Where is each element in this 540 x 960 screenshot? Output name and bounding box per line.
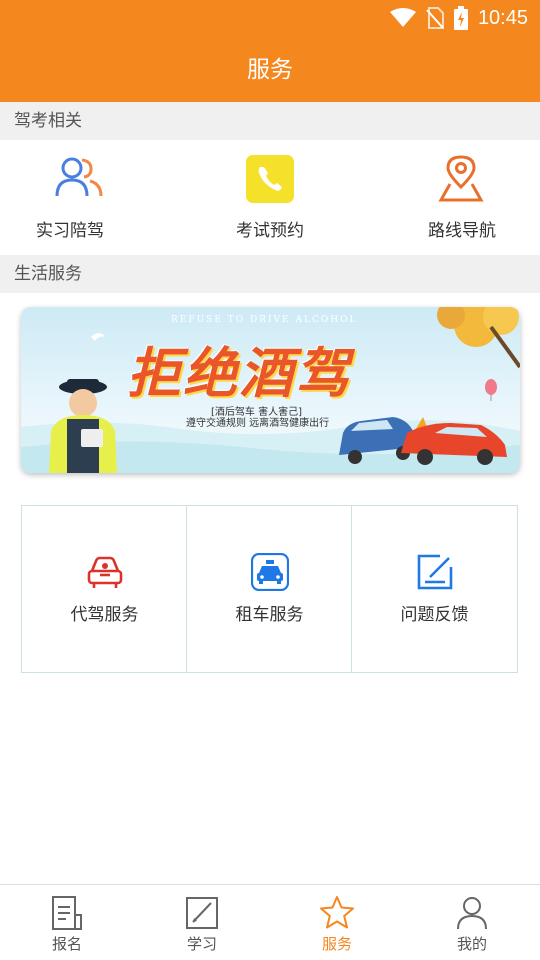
nav-label-study: 学习 [186,935,217,953]
no-drunk-driving-banner[interactable]: REFUSE TO DRIVE ALCOHOL 拒绝酒驾 [酒后驾车 害人害己]… [21,307,520,473]
status-icons: 10:45 [389,6,528,30]
designated-driver-icon [87,556,123,588]
no-sim-icon [426,7,444,29]
app-header: 10:45 服务 [0,0,540,102]
register-icon [52,896,82,930]
exam-label-exam-booking: 考试预约 [236,221,304,241]
nav-item-study[interactable]: 学习 [162,885,242,960]
exam-label-route-navigation: 路线导航 [428,221,496,241]
exam-label-practice-driving: 实习陪驾 [36,221,104,241]
section-label-exam: 驾考相关 [0,102,540,140]
banner-title: 拒绝酒驾 [127,341,351,405]
bottom-nav: 报名 学习 服务 我的 [0,884,540,960]
status-time: 10:45 [477,6,528,29]
battery-charging-icon [453,6,468,30]
service-designated-driver[interactable]: 代驾服务 [22,506,187,672]
exam-items: 实习陪驾 考试预约 路线导航 [0,140,540,254]
service-label-feedback: 问题反馈 [400,605,469,625]
profile-icon [457,897,487,930]
life-service-grid: 代驾服务 租车服务 问题反馈 [21,505,518,673]
service-feedback[interactable]: 问题反馈 [352,506,517,672]
nav-item-service[interactable]: 服务 [297,885,377,960]
banner-subtitle-2: 遵守交通规则 远离酒驾健康出行 [186,418,330,429]
nav-item-register[interactable]: 报名 [27,885,107,960]
nav-label-service: 服务 [321,935,352,953]
study-icon [186,897,218,929]
nav-label-profile: 我的 [456,935,487,953]
nav-label-register: 报名 [51,935,82,953]
exam-item-exam-booking[interactable]: 考试预约 [180,140,360,254]
people-icon [55,157,103,197]
page-title: 服务 [247,57,293,83]
status-bar: 10:45 [0,0,540,36]
service-label-designated-driver: 代驾服务 [70,605,139,625]
map-pin-icon [438,155,484,202]
car-rental-icon [251,553,289,591]
star-icon [320,896,354,929]
feedback-icon [417,554,453,590]
exam-item-practice-driving[interactable]: 实习陪驾 [0,140,180,254]
section-label-life: 生活服务 [0,255,540,293]
banner-refuse-text: REFUSE TO DRIVE ALCOHOL [171,315,358,325]
service-label-car-rental: 租车服务 [235,605,304,625]
service-car-rental[interactable]: 租车服务 [187,506,352,672]
exam-item-route-navigation[interactable]: 路线导航 [360,140,540,254]
nav-item-profile[interactable]: 我的 [432,885,512,960]
phone-icon [246,155,294,203]
wifi-icon [389,8,416,27]
